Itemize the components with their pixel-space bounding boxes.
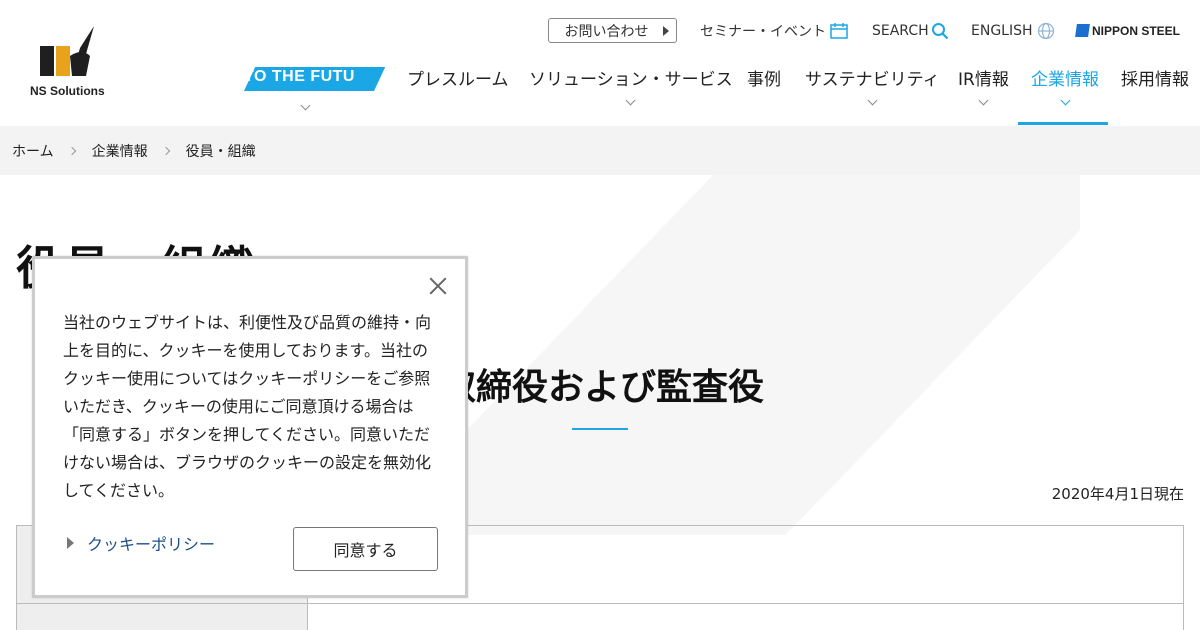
calendar-icon (830, 23, 848, 39)
cookie-message: 当社のウェブサイトは、利便性及び品質の維持・向上を目的に、クッキーを使用しており… (63, 313, 432, 500)
nav-cases[interactable]: 事例 (747, 67, 781, 93)
breadcrumb: ホーム 企業情報 役員・組織 (0, 126, 1200, 175)
chevron-down-icon (978, 95, 989, 106)
seminar-label: セミナー・イベント (700, 23, 826, 40)
nav-recruit[interactable]: 採用情報 (1121, 67, 1189, 93)
cookie-policy-label: クッキーポリシー (87, 535, 216, 554)
as-of-date: 2020年4月1日現在 (1051, 485, 1184, 503)
nippon-steel-logo[interactable]: NIPPON STEEL (1075, 18, 1181, 43)
close-icon[interactable] (427, 275, 449, 297)
triangle-right-icon (663, 26, 669, 36)
nav-ir[interactable]: IR情報 (958, 67, 1009, 106)
nav-sustainability-label: サステナビリティ (805, 70, 940, 90)
chevron-down-icon (867, 95, 878, 106)
chevron-down-icon (1060, 95, 1070, 106)
contact-button[interactable]: お問い合わせ (548, 18, 677, 43)
nav-pressroom[interactable]: プレスルーム (407, 67, 509, 93)
english-link[interactable]: ENGLISH (971, 18, 1055, 43)
triangle-right-icon (67, 537, 74, 549)
background-decoration (380, 175, 1080, 535)
english-label: ENGLISH (971, 22, 1033, 39)
search-label: SEARCH (872, 22, 929, 39)
search-icon (931, 22, 948, 39)
nav-sustainability[interactable]: サステナビリティ (805, 67, 940, 106)
nav-ir-label: IR情報 (958, 70, 1009, 90)
section-title-underline (572, 428, 628, 430)
nav-pressroom-label: プレスルーム (407, 70, 509, 90)
accept-button[interactable]: 同意する (293, 527, 438, 571)
breadcrumb-corporate[interactable]: 企業情報 (92, 141, 148, 161)
nippon-steel-mark-icon (1075, 24, 1090, 37)
table-header-cell (17, 604, 308, 630)
future-label: TO THE FUTURE (244, 68, 379, 85)
nav-corporate[interactable]: 企業情報 (1031, 67, 1099, 106)
cookie-policy-link[interactable]: クッキーポリシー (67, 531, 215, 555)
search-link[interactable]: SEARCH (872, 18, 949, 43)
site-header: NS Solutions お問い合わせ セミナー・イベント SEARCH ENG… (0, 0, 1200, 126)
breadcrumb-current: 役員・組織 (185, 143, 256, 160)
nav-solutions[interactable]: ソリューション・サービス (529, 67, 733, 106)
nav-recruit-label: 採用情報 (1121, 70, 1189, 90)
cookie-consent-dialog: 当社のウェブサイトは、利便性及び品質の維持・向上を目的に、クッキーを使用しており… (32, 256, 468, 598)
chevron-down-icon (625, 95, 636, 106)
ns-solutions-logo[interactable]: NS Solutions (28, 26, 108, 100)
chevron-right-icon (67, 146, 76, 155)
section-title: 取締役および監査役 (440, 367, 765, 408)
contact-label: お問い合わせ (564, 23, 649, 40)
chevron-right-icon (161, 146, 170, 155)
nav-cases-label: 事例 (747, 70, 781, 90)
chevron-down-icon (300, 100, 311, 111)
ns-logo-mark-icon (40, 26, 94, 76)
globe-icon (1037, 22, 1054, 39)
seminar-event-link[interactable]: セミナー・イベント (700, 18, 848, 43)
nav-to-the-future[interactable]: TO THE FUTURE (232, 67, 386, 111)
nav-corporate-label: 企業情報 (1031, 70, 1099, 90)
nippon-steel-text: NIPPON STEEL (1092, 23, 1181, 38)
breadcrumb-home[interactable]: ホーム (12, 141, 54, 161)
nav-solutions-label: ソリューション・サービス (529, 70, 733, 90)
logo-text: NS Solutions (30, 84, 105, 98)
active-nav-indicator (1018, 122, 1108, 125)
